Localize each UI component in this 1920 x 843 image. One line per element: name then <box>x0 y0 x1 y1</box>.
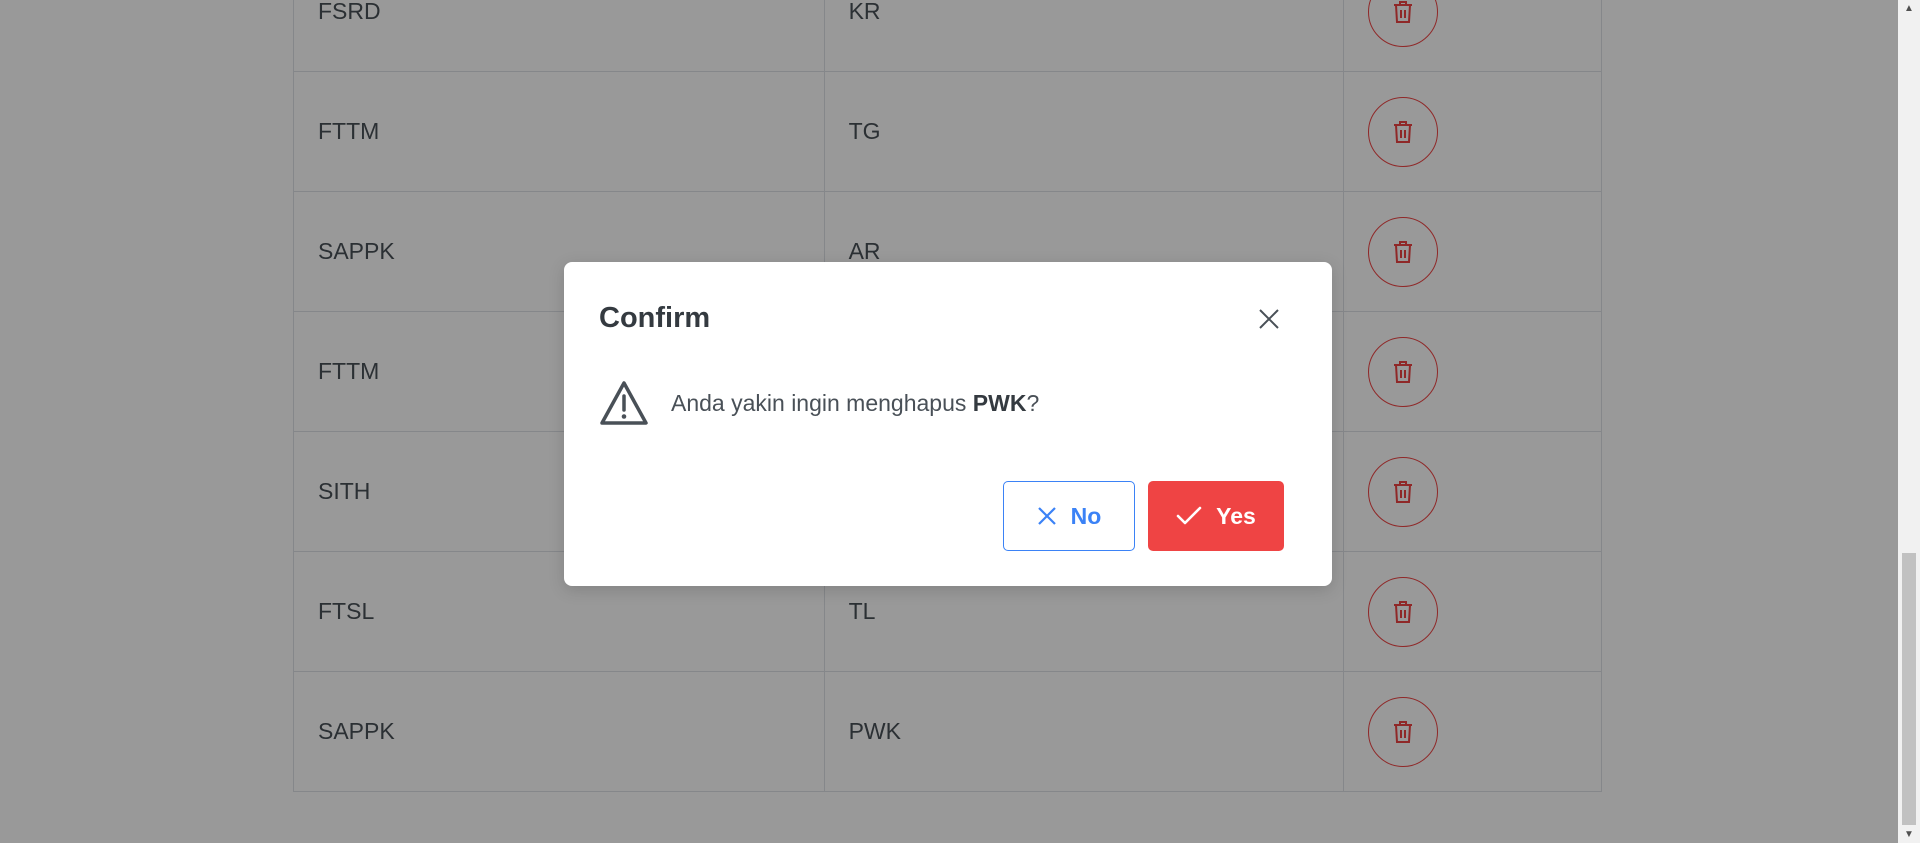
scroll-up-arrow-icon[interactable]: ▲ <box>1898 0 1920 17</box>
confirm-dialog: Confirm Anda yakin ingin menghapus PWK? … <box>564 262 1332 586</box>
yes-button[interactable]: Yes <box>1148 481 1284 551</box>
check-icon <box>1176 506 1202 525</box>
dialog-title: Confirm <box>599 302 711 334</box>
vertical-scrollbar[interactable]: ▲ ▼ <box>1898 0 1920 843</box>
no-button-label: No <box>1070 502 1102 529</box>
close-icon <box>1259 309 1279 329</box>
x-icon <box>1037 507 1056 525</box>
scrollbar-thumb[interactable] <box>1902 553 1916 825</box>
confirm-message: Anda yakin ingin menghapus PWK? <box>671 390 1040 416</box>
no-button[interactable]: No <box>1003 481 1135 551</box>
warning-triangle-icon <box>600 381 648 425</box>
target-name: PWK <box>972 390 1027 416</box>
yes-button-label: Yes <box>1216 502 1256 529</box>
close-button[interactable] <box>1246 296 1292 342</box>
scroll-down-arrow-icon[interactable]: ▼ <box>1898 826 1920 843</box>
page-viewport: FSRD KR FTTM TG SAPPK AR FTTM SITH FTSL … <box>0 0 1898 843</box>
